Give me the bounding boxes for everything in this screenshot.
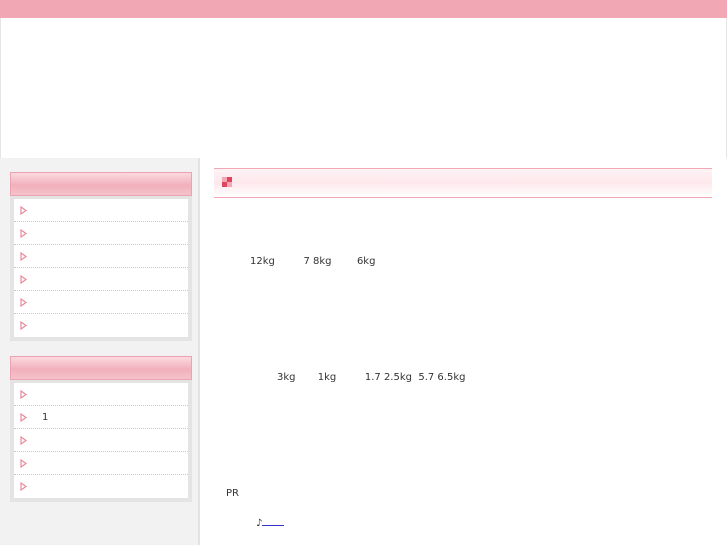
- sidebar-box-2-header: [10, 356, 192, 380]
- arrow-icon: [20, 205, 28, 215]
- sidebar-item[interactable]: [14, 383, 188, 406]
- pr-text: PR: [226, 488, 239, 499]
- weight-text-2: 3kg 1kg 1.7 2.5kg 5.7 6.5kg: [277, 372, 466, 383]
- sidebar-item[interactable]: [14, 268, 188, 291]
- sidebar-box-1-list: [10, 196, 192, 341]
- sidebar-item[interactable]: 1: [14, 406, 188, 429]
- sidebar-item[interactable]: [14, 475, 188, 498]
- sidebar-box-1: [10, 172, 192, 341]
- content-title-bar: [214, 168, 712, 198]
- sidebar-item[interactable]: [14, 429, 188, 452]
- note-line: ♪: [256, 516, 285, 529]
- arrow-icon: [20, 482, 28, 491]
- weight-text-1: 12kg 7 8kg 6kg: [250, 256, 376, 267]
- arrow-icon: [20, 435, 28, 445]
- arrow-icon: [20, 274, 28, 284]
- header-area: [0, 18, 727, 158]
- sidebar-item[interactable]: [14, 222, 188, 245]
- sidebar-item[interactable]: [14, 452, 188, 475]
- pink-squares-icon: [222, 177, 232, 187]
- main-content: 12kg 7 8kg 6kg 3kg 1kg 1.7 2.5kg 5.7 6.5…: [202, 158, 727, 545]
- arrow-icon: [20, 297, 28, 307]
- sidebar-box-2-list: 1: [10, 380, 192, 502]
- arrow-icon: [20, 251, 28, 261]
- sidebar-box-2: 1: [10, 356, 192, 502]
- arrow-icon: [20, 458, 28, 468]
- sidebar-item-label: 1: [42, 411, 49, 423]
- arrow-icon: [20, 412, 28, 422]
- arrow-icon: [20, 389, 28, 399]
- sidebar-item[interactable]: [14, 291, 188, 314]
- sidebar: 1: [0, 158, 200, 545]
- arrow-icon: [20, 321, 28, 330]
- sidebar-item[interactable]: [14, 314, 188, 337]
- arrow-icon: [20, 228, 28, 238]
- sidebar-item[interactable]: [14, 245, 188, 268]
- sidebar-box-1-header: [10, 172, 192, 196]
- text-link[interactable]: [262, 516, 285, 526]
- sidebar-item[interactable]: [14, 199, 188, 222]
- top-bar: [0, 0, 727, 18]
